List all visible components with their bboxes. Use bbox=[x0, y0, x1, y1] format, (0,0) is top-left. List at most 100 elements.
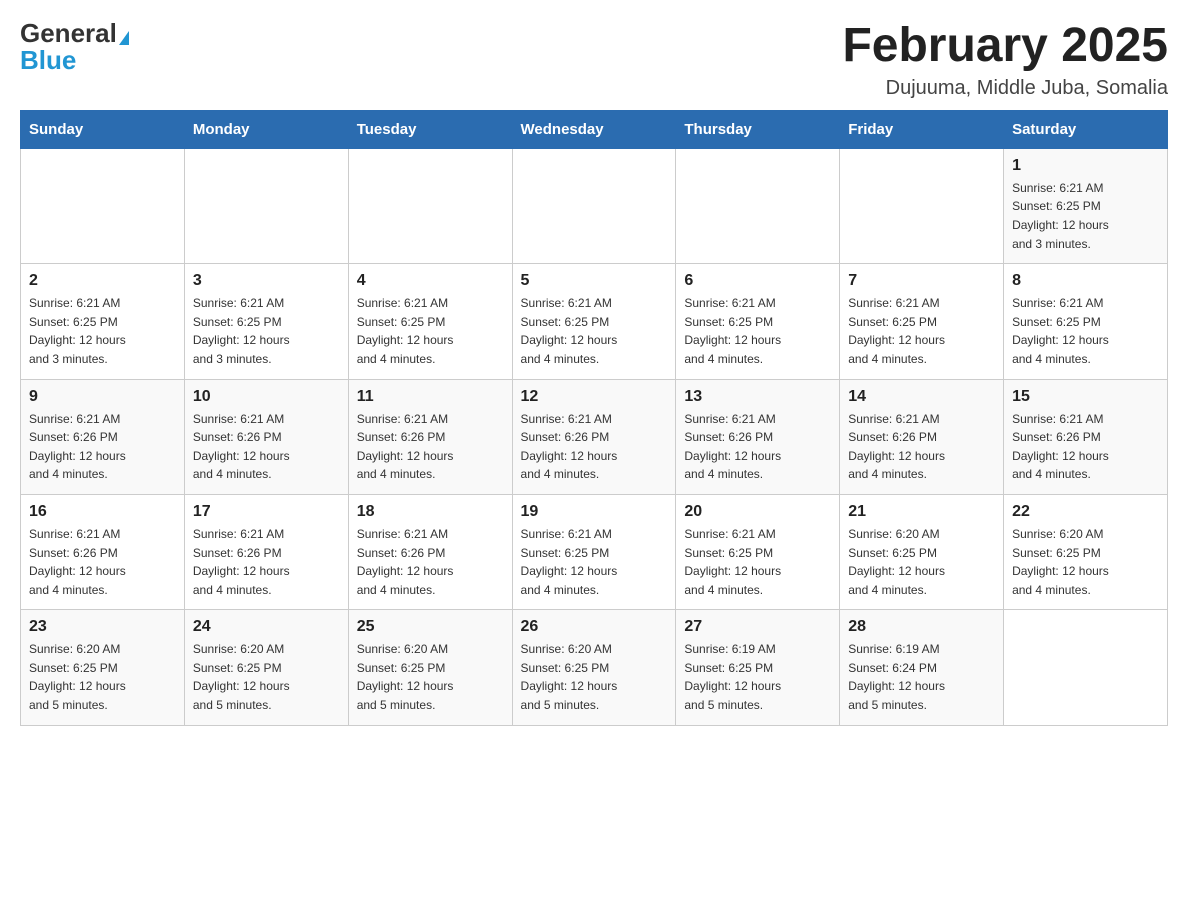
day-number: 9 bbox=[29, 388, 176, 406]
day-info: Sunrise: 6:19 AMSunset: 6:25 PMDaylight:… bbox=[684, 640, 831, 714]
day-number: 10 bbox=[193, 388, 340, 406]
day-number: 7 bbox=[848, 272, 995, 290]
day-info: Sunrise: 6:21 AMSunset: 6:25 PMDaylight:… bbox=[684, 294, 831, 368]
calendar-cell bbox=[21, 148, 185, 263]
week-row-4: 16 Sunrise: 6:21 AMSunset: 6:26 PMDayligh… bbox=[21, 494, 1168, 609]
day-number: 4 bbox=[357, 272, 504, 290]
calendar-cell: 22Sunrise: 6:20 AMSunset: 6:25 PMDayligh… bbox=[1004, 494, 1168, 609]
calendar-cell bbox=[512, 148, 676, 263]
calendar-cell: 5 Sunrise: 6:21 AMSunset: 6:25 PMDaylight… bbox=[512, 264, 676, 379]
day-info: Sunrise: 6:21 AMSunset: 6:25 PMDaylight:… bbox=[848, 294, 995, 368]
day-info: Sunrise: 6:21 AMSunset: 6:25 PMDaylight:… bbox=[1012, 179, 1159, 253]
day-info: Sunrise: 6:21 AMSunset: 6:25 PMDaylight:… bbox=[193, 294, 340, 368]
title-block: February 2025 Dujuuma, Middle Juba, Soma… bbox=[842, 20, 1168, 100]
location-text: Dujuuma, Middle Juba, Somalia bbox=[842, 77, 1168, 100]
weekday-header-thursday: Thursday bbox=[676, 110, 840, 148]
calendar-cell: 13Sunrise: 6:21 AMSunset: 6:26 PMDayligh… bbox=[676, 379, 840, 494]
day-info: Sunrise: 6:21 AMSunset: 6:25 PMDaylight:… bbox=[521, 525, 668, 599]
day-info: Sunrise: 6:20 AMSunset: 6:25 PMDaylight:… bbox=[193, 640, 340, 714]
day-info: Sunrise: 6:21 AMSunset: 6:26 PMDaylight:… bbox=[684, 410, 831, 484]
day-number: 27 bbox=[684, 618, 831, 636]
logo-top-line: General bbox=[20, 20, 129, 47]
day-info: Sunrise: 6:19 AMSunset: 6:24 PMDaylight:… bbox=[848, 640, 995, 714]
calendar-cell bbox=[840, 148, 1004, 263]
calendar-cell: 21 Sunrise: 6:20 AMSunset: 6:25 PMDayligh… bbox=[840, 494, 1004, 609]
day-number: 17 bbox=[193, 503, 340, 521]
day-number: 15 bbox=[1012, 388, 1159, 406]
day-info: Sunrise: 6:21 AMSunset: 6:26 PMDaylight:… bbox=[357, 525, 504, 599]
day-number: 12 bbox=[521, 388, 668, 406]
day-number: 23 bbox=[29, 618, 176, 636]
day-number: 3 bbox=[193, 272, 340, 290]
calendar-cell: 3 Sunrise: 6:21 AMSunset: 6:25 PMDaylight… bbox=[184, 264, 348, 379]
day-info: Sunrise: 6:21 AMSunset: 6:26 PMDaylight:… bbox=[357, 410, 504, 484]
day-number: 24 bbox=[193, 618, 340, 636]
calendar-cell: 24 Sunrise: 6:20 AMSunset: 6:25 PMDayligh… bbox=[184, 610, 348, 725]
weekday-header-saturday: Saturday bbox=[1004, 110, 1168, 148]
weekday-header-tuesday: Tuesday bbox=[348, 110, 512, 148]
month-title: February 2025 bbox=[842, 20, 1168, 73]
day-number: 19 bbox=[521, 503, 668, 521]
day-number: 11 bbox=[357, 388, 504, 406]
day-info: Sunrise: 6:21 AMSunset: 6:25 PMDaylight:… bbox=[1012, 294, 1159, 368]
calendar-cell: 15 Sunrise: 6:21 AMSunset: 6:26 PMDayligh… bbox=[1004, 379, 1168, 494]
calendar-cell: 20Sunrise: 6:21 AMSunset: 6:25 PMDayligh… bbox=[676, 494, 840, 609]
calendar-table: SundayMondayTuesdayWednesdayThursdayFrid… bbox=[20, 110, 1168, 726]
logo: General Blue bbox=[20, 20, 129, 74]
day-info: Sunrise: 6:21 AMSunset: 6:26 PMDaylight:… bbox=[193, 410, 340, 484]
page-header: General Blue February 2025 Dujuuma, Midd… bbox=[20, 20, 1168, 100]
day-number: 14 bbox=[848, 388, 995, 406]
day-number: 18 bbox=[357, 503, 504, 521]
calendar-cell: 1 Sunrise: 6:21 AMSunset: 6:25 PMDaylight… bbox=[1004, 148, 1168, 263]
day-info: Sunrise: 6:21 AMSunset: 6:25 PMDaylight:… bbox=[521, 294, 668, 368]
calendar-cell bbox=[348, 148, 512, 263]
calendar-cell: 11 Sunrise: 6:21 AMSunset: 6:26 PMDayligh… bbox=[348, 379, 512, 494]
calendar-cell: 9 Sunrise: 6:21 AMSunset: 6:26 PMDaylight… bbox=[21, 379, 185, 494]
calendar-cell: 28 Sunrise: 6:19 AMSunset: 6:24 PMDayligh… bbox=[840, 610, 1004, 725]
calendar-cell: 8 Sunrise: 6:21 AMSunset: 6:25 PMDaylight… bbox=[1004, 264, 1168, 379]
calendar-cell: 4 Sunrise: 6:21 AMSunset: 6:25 PMDaylight… bbox=[348, 264, 512, 379]
weekday-header-wednesday: Wednesday bbox=[512, 110, 676, 148]
day-number: 28 bbox=[848, 618, 995, 636]
calendar-cell: 16 Sunrise: 6:21 AMSunset: 6:26 PMDayligh… bbox=[21, 494, 185, 609]
day-info: Sunrise: 6:21 AMSunset: 6:26 PMDaylight:… bbox=[848, 410, 995, 484]
calendar-cell: 27 Sunrise: 6:19 AMSunset: 6:25 PMDayligh… bbox=[676, 610, 840, 725]
calendar-cell bbox=[184, 148, 348, 263]
calendar-cell: 14 Sunrise: 6:21 AMSunset: 6:26 PMDayligh… bbox=[840, 379, 1004, 494]
logo-general-text: General bbox=[20, 18, 117, 48]
day-number: 25 bbox=[357, 618, 504, 636]
logo-triangle-icon bbox=[119, 31, 129, 45]
day-number: 21 bbox=[848, 503, 995, 521]
day-number: 8 bbox=[1012, 272, 1159, 290]
week-row-1: 1 Sunrise: 6:21 AMSunset: 6:25 PMDaylight… bbox=[21, 148, 1168, 263]
calendar-cell bbox=[676, 148, 840, 263]
day-info: Sunrise: 6:20 AMSunset: 6:25 PMDaylight:… bbox=[1012, 525, 1159, 599]
week-row-2: 2 Sunrise: 6:21 AMSunset: 6:25 PMDaylight… bbox=[21, 264, 1168, 379]
weekday-header-friday: Friday bbox=[840, 110, 1004, 148]
day-info: Sunrise: 6:21 AMSunset: 6:25 PMDaylight:… bbox=[684, 525, 831, 599]
day-number: 5 bbox=[521, 272, 668, 290]
day-number: 2 bbox=[29, 272, 176, 290]
day-info: Sunrise: 6:20 AMSunset: 6:25 PMDaylight:… bbox=[848, 525, 995, 599]
calendar-cell: 26Sunrise: 6:20 AMSunset: 6:25 PMDayligh… bbox=[512, 610, 676, 725]
day-number: 1 bbox=[1012, 157, 1159, 175]
day-info: Sunrise: 6:21 AMSunset: 6:26 PMDaylight:… bbox=[1012, 410, 1159, 484]
calendar-cell bbox=[1004, 610, 1168, 725]
calendar-cell: 17 Sunrise: 6:21 AMSunset: 6:26 PMDayligh… bbox=[184, 494, 348, 609]
calendar-cell: 12 Sunrise: 6:21 AMSunset: 6:26 PMDayligh… bbox=[512, 379, 676, 494]
day-info: Sunrise: 6:21 AMSunset: 6:26 PMDaylight:… bbox=[193, 525, 340, 599]
day-info: Sunrise: 6:21 AMSunset: 6:26 PMDaylight:… bbox=[29, 410, 176, 484]
week-row-3: 9 Sunrise: 6:21 AMSunset: 6:26 PMDaylight… bbox=[21, 379, 1168, 494]
calendar-cell: 2 Sunrise: 6:21 AMSunset: 6:25 PMDaylight… bbox=[21, 264, 185, 379]
day-info: Sunrise: 6:21 AMSunset: 6:26 PMDaylight:… bbox=[29, 525, 176, 599]
logo-blue-text: Blue bbox=[20, 45, 76, 75]
day-info: Sunrise: 6:21 AMSunset: 6:25 PMDaylight:… bbox=[357, 294, 504, 368]
day-info: Sunrise: 6:21 AMSunset: 6:25 PMDaylight:… bbox=[29, 294, 176, 368]
week-row-5: 23 Sunrise: 6:20 AMSunset: 6:25 PMDayligh… bbox=[21, 610, 1168, 725]
calendar-cell: 6 Sunrise: 6:21 AMSunset: 6:25 PMDaylight… bbox=[676, 264, 840, 379]
day-info: Sunrise: 6:20 AMSunset: 6:25 PMDaylight:… bbox=[29, 640, 176, 714]
day-number: 16 bbox=[29, 503, 176, 521]
day-number: 6 bbox=[684, 272, 831, 290]
calendar-cell: 23 Sunrise: 6:20 AMSunset: 6:25 PMDayligh… bbox=[21, 610, 185, 725]
day-info: Sunrise: 6:21 AMSunset: 6:26 PMDaylight:… bbox=[521, 410, 668, 484]
